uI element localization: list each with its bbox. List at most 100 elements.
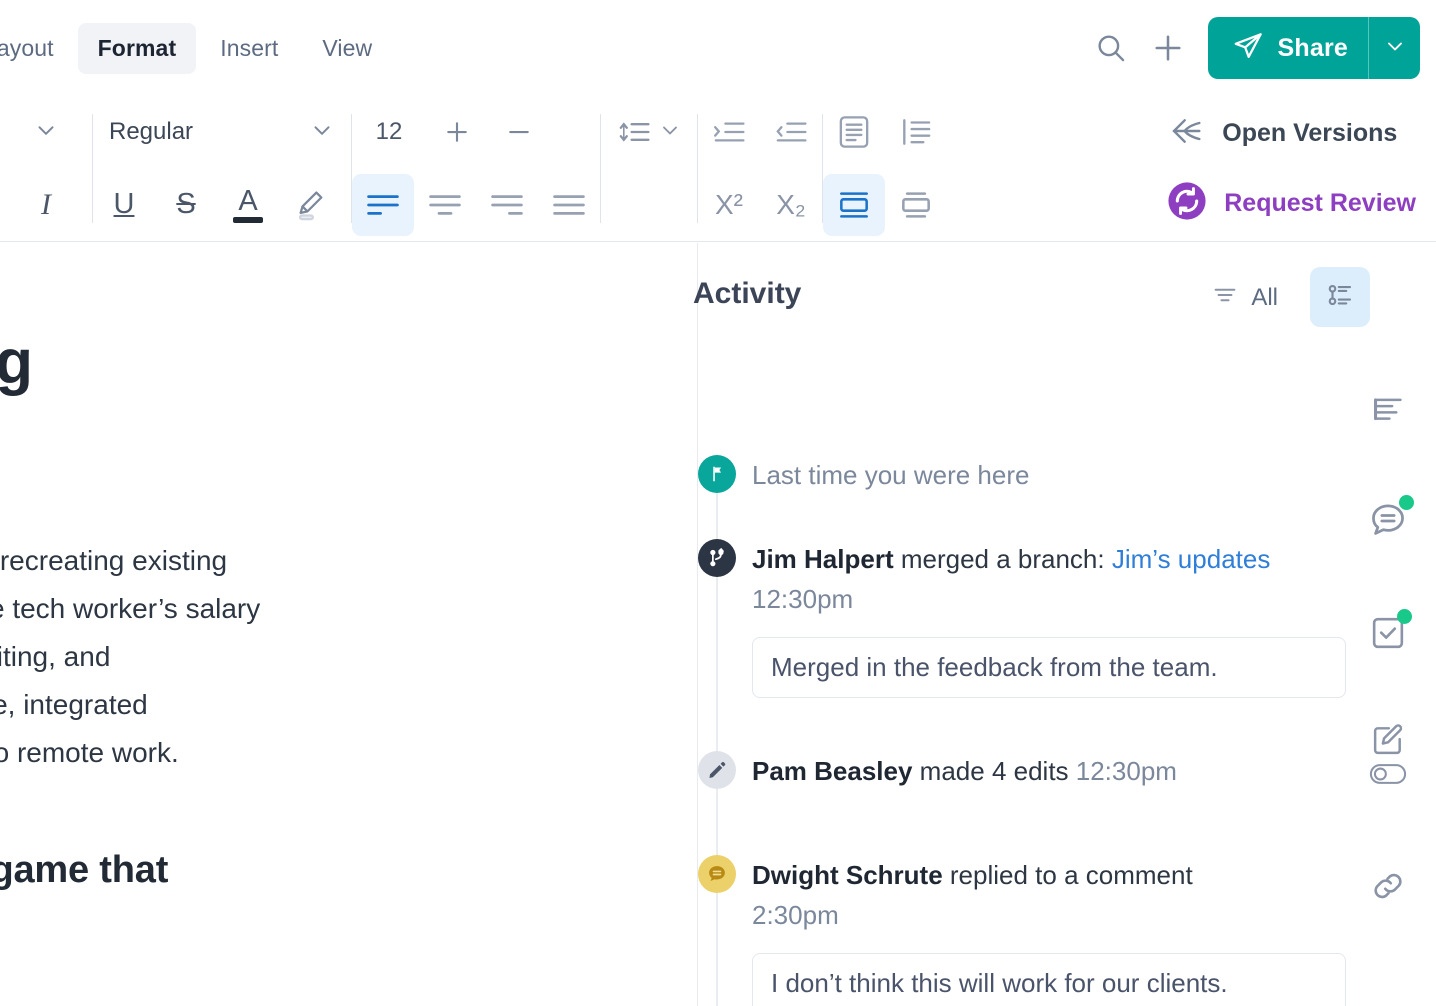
pencil-icon <box>698 751 736 789</box>
toolbar-row-script: X² X₂ <box>698 169 822 242</box>
font-weight-dropdown[interactable]: Regular <box>93 117 351 148</box>
strikethrough-button[interactable]: S <box>155 174 217 236</box>
open-versions-button[interactable]: Open Versions <box>1166 102 1416 166</box>
activity-filter-label: All <box>1251 283 1278 311</box>
activity-filter-button[interactable]: All <box>1211 281 1278 314</box>
align-justify-icon[interactable] <box>538 174 600 236</box>
link-icon[interactable] <box>1360 858 1416 914</box>
versions-arrow-icon <box>1166 113 1206 154</box>
search-icon[interactable] <box>1094 31 1128 65</box>
subscript-button[interactable]: X₂ <box>760 174 822 236</box>
document-canvas[interactable]: rding owledge, recreating existing n ave… <box>0 243 697 1006</box>
underline-label: U <box>113 188 135 221</box>
activity-actor-name: Dwight Schrute <box>752 860 943 890</box>
paragraph-style-dropdown[interactable] <box>0 101 92 163</box>
page-layout-icon[interactable] <box>823 101 885 163</box>
share-button-main[interactable]: Share <box>1208 17 1368 79</box>
document-paragraph-line: toring, editing, and <box>0 641 111 673</box>
toolbar-right-actions: Open Versions Request Review <box>1166 96 1436 241</box>
document-paragraph-line: owledge, recreating existing <box>0 545 228 577</box>
menu-bar-actions: Share <box>1094 17 1436 79</box>
toolbar-row-style-top <box>0 96 92 169</box>
toolbar-row-spacing-top <box>601 96 697 169</box>
toolbar-row-size-top: 12 <box>352 96 600 169</box>
toolbar-row-align <box>352 169 600 242</box>
flag-icon <box>698 455 736 493</box>
toolbar-row-style-bottom: I <box>0 169 92 242</box>
activity-panel-title: Activity <box>693 277 802 310</box>
toolbar-row-page <box>823 96 947 169</box>
activity-branch-link[interactable]: Jim’s updates <box>1112 544 1271 574</box>
toolbar-row-spacing-bottom <box>601 169 697 242</box>
activity-quote-box: Merged in the feedback from the team. <box>752 637 1346 698</box>
activity-item-text: Jim Halpert merged a branch: Jim’s updat… <box>752 539 1322 619</box>
header-frame-icon[interactable] <box>823 173 885 236</box>
open-versions-label: Open Versions <box>1222 119 1398 147</box>
share-dropdown-caret[interactable] <box>1368 17 1420 79</box>
font-size-decrease-button[interactable] <box>488 101 550 163</box>
activity-action-text: merged a branch: <box>893 544 1112 574</box>
filter-icon <box>1211 281 1239 314</box>
superscript-label: X² <box>715 188 743 220</box>
toolbar-row-frame <box>823 169 947 242</box>
line-spacing-icon[interactable] <box>601 101 697 163</box>
activity-item-body: Dwight Schrute replied to a comment 2:30… <box>752 855 1346 1006</box>
underline-button[interactable]: U <box>93 174 155 236</box>
toolbar-group-size: 12 <box>352 96 600 241</box>
menu-tab-format[interactable]: Format <box>77 22 197 74</box>
share-button[interactable]: Share <box>1207 17 1420 79</box>
indent-decrease-icon[interactable] <box>760 101 822 163</box>
activity-action-text: made 4 edits <box>912 756 1076 786</box>
activity-actor-name: Jim Halpert <box>752 544 894 574</box>
activity-item-merge: Jim Halpert merged a branch: Jim’s updat… <box>698 539 1346 698</box>
checkbox-task-icon[interactable] <box>1360 605 1416 661</box>
chevron-down-icon <box>309 117 335 148</box>
comment-icon <box>698 855 736 893</box>
font-size-increase-button[interactable] <box>426 101 488 163</box>
send-icon <box>1232 30 1264 67</box>
menu-bar: Layout Format Insert View <box>0 0 1436 96</box>
activity-item-marker: Last time you were here <box>698 455 1029 495</box>
highlighter-icon[interactable] <box>279 174 341 236</box>
request-review-label: Request Review <box>1224 189 1416 217</box>
activity-actor-name: Pam Beasley <box>752 756 913 786</box>
document-paragraph-line: th a single, integrated <box>0 689 148 721</box>
subscript-label: X₂ <box>776 188 806 220</box>
task-unread-badge <box>1397 609 1412 624</box>
comment-unread-badge <box>1399 495 1414 510</box>
footer-frame-icon[interactable] <box>885 174 947 236</box>
menu-tab-view[interactable]: View <box>302 23 392 74</box>
toolbar-group-spacing <box>601 96 697 241</box>
text-color-label: A <box>238 184 258 217</box>
activity-panel: Activity All Last time you were here Jim… <box>693 243 1436 1006</box>
align-center-icon[interactable] <box>414 174 476 236</box>
activity-item-edits: Pam Beasley made 4 edits 12:30pm <box>698 751 1177 791</box>
chevron-down-icon <box>658 118 682 147</box>
menu-tab-layout[interactable]: Layout <box>0 23 74 74</box>
text-color-button[interactable]: A <box>217 174 279 236</box>
font-size-input[interactable]: 12 <box>352 101 426 163</box>
git-branch-icon <box>698 539 736 577</box>
edit-mode-icon[interactable] <box>1360 713 1416 797</box>
align-left-icon[interactable] <box>352 173 414 236</box>
toolbar-row-font-top: Regular <box>93 96 351 169</box>
right-rail <box>1340 243 1436 1006</box>
menu-tab-insert[interactable]: Insert <box>200 23 298 74</box>
toolbar-group-indent: X² X₂ <box>698 96 822 241</box>
request-review-button[interactable]: Request Review <box>1166 172 1416 236</box>
italic-button[interactable]: I <box>0 174 92 236</box>
share-button-label: Share <box>1277 33 1348 62</box>
strikethrough-label: S <box>176 188 196 221</box>
font-size-value: 12 <box>375 118 403 146</box>
align-right-icon[interactable] <box>476 174 538 236</box>
activity-timestamp: 12:30pm <box>752 584 854 614</box>
plus-icon[interactable] <box>1150 30 1186 66</box>
toggle-switch-icon[interactable] <box>1369 763 1407 790</box>
superscript-button[interactable]: X² <box>698 174 760 236</box>
indent-increase-icon[interactable] <box>698 101 760 163</box>
toolbar-row-indent <box>698 96 822 169</box>
comment-bubble-icon[interactable] <box>1360 493 1416 549</box>
outline-icon[interactable] <box>1360 383 1416 439</box>
document-heading-2: into a game that <box>0 849 169 892</box>
columns-icon[interactable] <box>885 101 947 163</box>
